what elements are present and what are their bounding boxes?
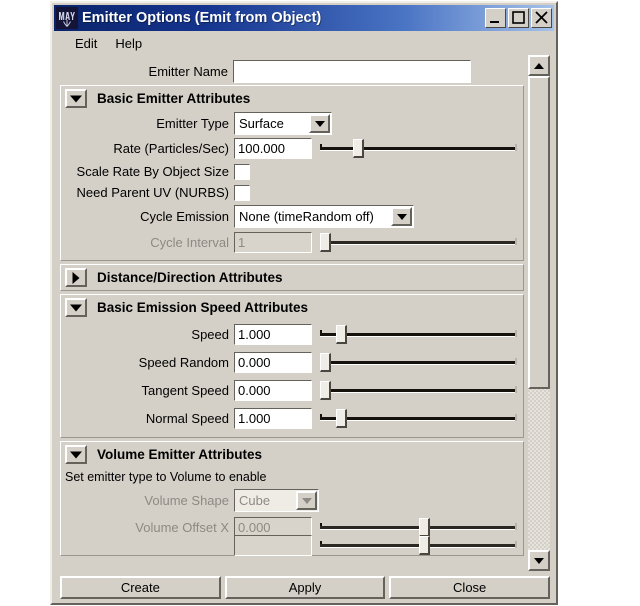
cycle-interval-row: Cycle Interval 1 <box>61 230 523 255</box>
screen: Emitter Options (Emit from Object) Edit … <box>0 0 640 606</box>
cycle-interval-input[interactable]: 1 <box>234 232 312 253</box>
window-controls <box>485 8 552 28</box>
tangent-speed-slider[interactable] <box>320 380 517 401</box>
section-basic-emitter-attributes: Basic Emitter Attributes Emitter Type Su… <box>60 85 524 261</box>
options-body: Emitter Name Basic Emitter Attributes Em… <box>52 55 556 573</box>
normal-speed-label: Normal Speed <box>145 410 229 426</box>
normal-speed-row: Normal Speed 1.000 <box>61 404 523 432</box>
section-header-basic-emission-speed-attributes[interactable]: Basic Emission Speed Attributes <box>61 295 523 320</box>
cycle-emission-dropdown[interactable]: None (timeRandom off) <box>234 205 414 228</box>
emitter-type-dropdown[interactable]: Surface <box>234 112 332 135</box>
scale-rate-label: Scale Rate By Object Size <box>76 164 229 179</box>
chevron-down-icon[interactable] <box>65 298 87 317</box>
volume-offset-y-slider-clipped[interactable] <box>320 535 517 556</box>
volume-shape-dropdown[interactable]: Cube <box>234 489 319 512</box>
apply-button[interactable]: Apply <box>224 576 386 599</box>
emitter-name-row: Emitter Name <box>60 55 524 85</box>
normal-speed-input[interactable]: 1.000 <box>234 407 312 429</box>
cycle-interval-label: Cycle Interval <box>150 235 229 250</box>
tangent-speed-input[interactable]: 0.000 <box>234 379 312 401</box>
scale-rate-row: Scale Rate By Object Size <box>61 161 523 182</box>
normal-speed-slider[interactable] <box>320 408 517 429</box>
speed-random-row: Speed Random 0.000 <box>61 348 523 376</box>
section-body: Set emitter type to Volume to enable Vol… <box>61 467 523 556</box>
volume-shape-label: Volume Shape <box>144 493 229 508</box>
need-parent-uv-checkbox[interactable] <box>234 184 250 201</box>
need-parent-uv-label: Need Parent UV (NURBS) <box>76 185 229 200</box>
create-button[interactable]: Create <box>60 576 221 599</box>
chevron-down-icon[interactable] <box>296 491 317 510</box>
speed-slider[interactable] <box>320 324 517 345</box>
vertical-scrollbar[interactable] <box>528 55 550 571</box>
volume-enable-note: Set emitter type to Volume to enable <box>65 470 267 484</box>
menu-item-edit[interactable]: Edit <box>66 34 106 53</box>
section-title: Basic Emission Speed Attributes <box>97 300 309 315</box>
tangent-speed-row: Tangent Speed 0.000 <box>61 376 523 404</box>
scroll-up-icon[interactable] <box>528 55 550 76</box>
section-title: Volume Emitter Attributes <box>97 447 263 462</box>
speed-random-slider[interactable] <box>320 352 517 373</box>
speed-input[interactable]: 1.000 <box>234 323 312 345</box>
maya-logo-icon <box>56 7 78 29</box>
speed-label: Speed <box>191 326 229 342</box>
title-bar[interactable]: Emitter Options (Emit from Object) <box>54 5 554 31</box>
rate-input[interactable]: 100.000 <box>234 138 312 159</box>
chevron-down-icon[interactable] <box>65 445 87 464</box>
section-volume-emitter-attributes: Volume Emitter Attributes Set emitter ty… <box>60 441 524 556</box>
volume-offset-x-label: Volume Offset X <box>135 519 229 535</box>
volume-shape-row: Volume Shape Cube <box>61 487 523 514</box>
section-header-distance-direction-attributes[interactable]: Distance/Direction Attributes <box>61 265 523 290</box>
scrollbar-thumb[interactable] <box>528 76 550 389</box>
section-header-basic-emitter-attributes[interactable]: Basic Emitter Attributes <box>61 86 523 111</box>
rate-slider[interactable] <box>320 138 517 159</box>
section-body: Emitter Type Surface Rate (Particles/Sec… <box>61 111 523 260</box>
section-body: Speed 1.000 Speed Random 0.000 Tangent S… <box>61 320 523 437</box>
minimize-button[interactable] <box>485 8 506 28</box>
close-action-button[interactable]: Close <box>389 576 551 599</box>
section-basic-emission-speed-attributes: Basic Emission Speed Attributes Speed 1.… <box>60 294 524 438</box>
chevron-down-icon[interactable] <box>391 207 412 226</box>
chevron-down-icon[interactable] <box>309 114 330 133</box>
tangent-speed-label: Tangent Speed <box>141 382 229 398</box>
emitter-options-window: Emitter Options (Emit from Object) Edit … <box>50 1 558 605</box>
scrollbar-track[interactable] <box>528 76 550 550</box>
emitter-name-input[interactable] <box>233 59 471 83</box>
emitter-name-label: Emitter Name <box>148 63 228 79</box>
speed-row: Speed 1.000 <box>61 320 523 348</box>
section-title: Basic Emitter Attributes <box>97 91 251 106</box>
speed-random-input[interactable]: 0.000 <box>234 351 312 373</box>
section-title: Distance/Direction Attributes <box>97 270 283 285</box>
need-parent-uv-row: Need Parent UV (NURBS) <box>61 182 523 203</box>
emitter-type-label: Emitter Type <box>156 116 229 131</box>
maximize-button[interactable] <box>508 8 529 28</box>
menu-item-help[interactable]: Help <box>106 34 151 53</box>
rate-row: Rate (Particles/Sec) 100.000 <box>61 136 523 161</box>
speed-random-label: Speed Random <box>138 354 229 370</box>
menu-bar: Edit Help <box>52 31 556 55</box>
cycle-emission-value: None (timeRandom off) <box>239 209 374 224</box>
cycle-interval-slider[interactable] <box>320 232 517 253</box>
scale-rate-checkbox[interactable] <box>234 163 250 180</box>
chevron-down-icon[interactable] <box>65 89 87 108</box>
dialog-button-row: Create Apply Close <box>52 573 556 603</box>
section-distance-direction-attributes: Distance/Direction Attributes <box>60 264 524 291</box>
cycle-emission-label: Cycle Emission <box>140 209 229 224</box>
window-title: Emitter Options (Emit from Object) <box>82 10 322 26</box>
section-header-volume-emitter-attributes[interactable]: Volume Emitter Attributes <box>61 442 523 467</box>
volume-offset-y-input-clipped[interactable] <box>234 534 312 556</box>
volume-offset-y-row-clipped <box>61 534 523 556</box>
scroll-down-icon[interactable] <box>528 550 550 571</box>
emitter-type-row: Emitter Type Surface <box>61 111 523 136</box>
volume-shape-value: Cube <box>239 493 271 508</box>
close-button[interactable] <box>531 8 552 28</box>
options-scroll-pane: Emitter Name Basic Emitter Attributes Em… <box>60 55 524 573</box>
cycle-emission-row: Cycle Emission None (timeRandom off) <box>61 203 523 230</box>
emitter-type-value: Surface <box>239 116 284 131</box>
chevron-right-icon[interactable] <box>65 268 87 287</box>
rate-label: Rate (Particles/Sec) <box>113 141 229 156</box>
